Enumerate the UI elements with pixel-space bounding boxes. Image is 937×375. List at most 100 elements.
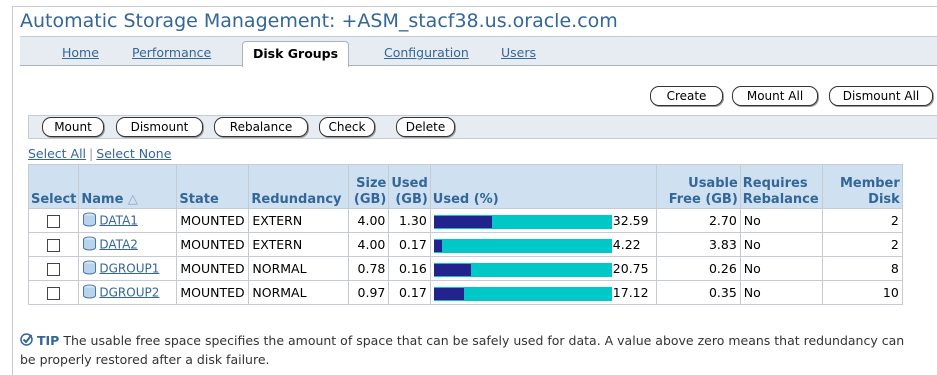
requires-rebalance-cell: No [739,280,823,305]
requires-rebalance-cell: No [739,232,823,257]
col-size-line1: Size [356,176,387,191]
tab-performance[interactable]: Performance [132,45,211,60]
select-none-link[interactable]: Select None [96,146,171,161]
col-used-pct: Used (%) [429,164,657,209]
row-checkbox[interactable] [47,287,61,300]
check-button[interactable]: Check [319,117,375,137]
col-usable-line1: Usable [688,176,738,191]
used-cell: 0.17 [388,280,431,305]
requires-rebalance-cell: No [739,208,823,233]
redundancy-cell: EXTERN [248,208,350,233]
usable-free-cell: 2.70 [655,208,741,233]
state-cell: MOUNTED [176,208,250,233]
name-cell: DATA2 [78,232,178,257]
tab-configuration[interactable]: Configuration [384,45,469,60]
usage-bar-used [433,239,442,252]
disk-group-icon [82,212,97,230]
row-select-cell [27,280,80,305]
col-select: Select [27,164,80,209]
col-member-line2: Disk [868,192,900,207]
disk-group-icon [82,236,97,254]
usage-bar-used [433,215,492,228]
table-row: DATA2 MOUNTED EXTERN 4.00 0.17 4.22 3.83… [27,232,903,257]
usable-free-cell: 3.83 [655,232,741,257]
col-state: State [176,164,250,209]
name-cell: DGROUP2 [78,280,178,305]
tab-disk-groups[interactable]: Disk Groups [242,41,350,67]
col-name[interactable]: Name △ [78,164,178,209]
usage-pct-value: 4.22 [612,236,641,252]
disk-group-icon [82,284,97,302]
col-requires-line1: Requires [742,176,808,191]
name-cell: DATA1 [78,208,178,233]
col-requires-rebalance: Requires Rebalance [739,164,823,209]
table-row: DGROUP1 MOUNTED NORMAL 0.78 0.16 20.75 0… [27,256,903,281]
select-all-link[interactable]: Select All [28,146,86,161]
tab-bar: Home Performance Disk Groups Configurati… [20,36,937,67]
usage-pct-value: 32.59 [612,212,649,228]
usage-bar: 4.22 [433,236,653,253]
state-cell: MOUNTED [176,280,250,305]
tab-home[interactable]: Home [62,45,99,60]
used-pct-cell: 32.59 [429,208,657,233]
usage-pct-value: 17.12 [612,284,649,300]
member-disk-cell: 10 [821,280,903,305]
row-select-cell [27,256,80,281]
state-cell: MOUNTED [176,232,250,257]
create-button[interactable]: Create [650,86,723,106]
select-links: Select All | Select None [28,146,171,161]
tip-box: TIP The usable free space specifies the … [20,332,920,369]
sort-ascending-icon: △ [127,192,138,207]
mount-all-button[interactable]: Mount All [732,86,818,106]
size-cell: 0.97 [348,280,390,305]
col-requires-line2: Rebalance [742,192,819,207]
usable-free-cell: 0.26 [655,256,741,281]
delete-button[interactable]: Delete [396,117,455,137]
row-select-cell [27,208,80,233]
redundancy-cell: NORMAL [248,256,350,281]
size-cell: 0.78 [348,256,390,281]
disk-group-icon [82,260,97,278]
tab-users[interactable]: Users [501,45,536,60]
tip-text: The usable free space specifies the amou… [20,333,905,367]
row-checkbox[interactable] [47,263,61,276]
col-size: Size (GB) [348,164,390,209]
usable-free-cell: 0.35 [655,280,741,305]
table-header-row: Select Name △ State Redundancy Size (GB) … [27,164,903,209]
size-cell: 4.00 [348,208,390,233]
usage-bar-free [433,238,612,253]
used-pct-cell: 17.12 [429,280,657,305]
col-size-line2: (GB) [353,192,387,207]
col-usable-free: Usable Free (GB) [655,164,741,209]
redundancy-cell: NORMAL [248,280,350,305]
disk-group-link[interactable]: DATA2 [99,237,138,251]
requires-rebalance-cell: No [739,256,823,281]
member-disk-cell: 2 [821,208,903,233]
table-row: DATA1 MOUNTED EXTERN 4.00 1.30 32.59 2.7… [27,208,903,233]
usage-bar: 32.59 [433,212,653,229]
used-cell: 0.16 [388,256,431,281]
dismount-button[interactable]: Dismount [116,117,203,137]
row-select-cell [27,232,80,257]
row-checkbox[interactable] [47,239,61,252]
used-pct-cell: 20.75 [429,256,657,281]
row-checkbox[interactable] [47,215,61,228]
used-pct-cell: 4.22 [429,232,657,257]
dismount-all-button[interactable]: Dismount All [829,86,933,106]
tip-label: TIP [36,333,60,348]
disk-group-link[interactable]: DATA1 [99,213,138,227]
member-disk-cell: 8 [821,256,903,281]
col-redundancy: Redundancy [248,164,350,209]
page-title: Automatic Storage Management: +ASM_stacf… [20,10,618,32]
col-name-label: Name [81,192,124,207]
col-member-disk: Member Disk [821,164,903,209]
disk-group-link[interactable]: DGROUP1 [99,261,159,275]
col-member-line1: Member [839,176,900,191]
used-cell: 0.17 [388,232,431,257]
disk-group-link[interactable]: DGROUP2 [99,285,159,299]
rebalance-button[interactable]: Rebalance [214,117,308,137]
disk-groups-table: Select Name △ State Redundancy Size (GB) … [27,164,903,305]
col-usable-line2: Free (GB) [668,192,738,207]
mount-button[interactable]: Mount [42,117,104,137]
redundancy-cell: EXTERN [248,232,350,257]
